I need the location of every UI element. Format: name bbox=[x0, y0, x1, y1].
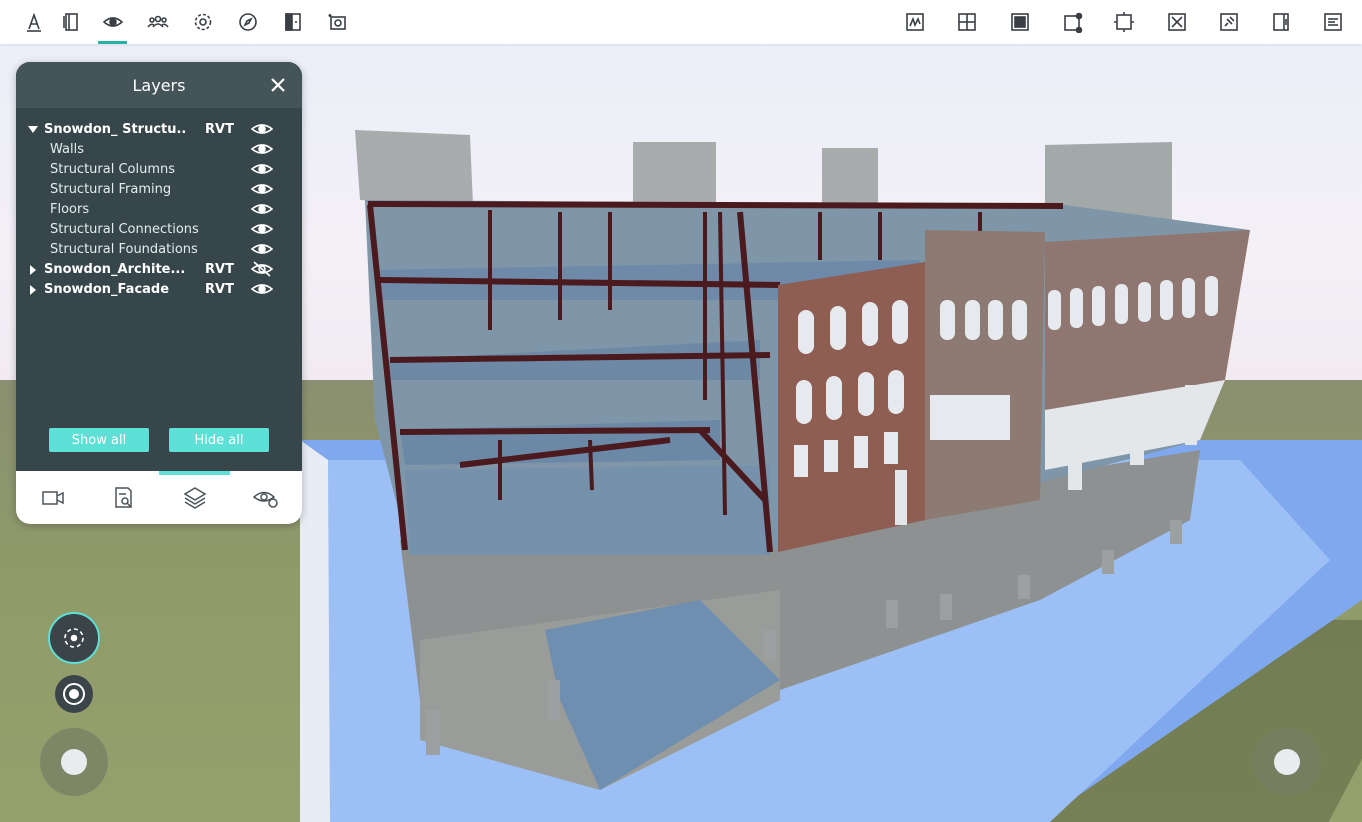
layer-name: Snowdon_Archite... bbox=[44, 262, 186, 277]
layer-name: Walls bbox=[50, 142, 84, 157]
look-joystick[interactable] bbox=[1253, 728, 1321, 796]
joystick-knob[interactable] bbox=[1274, 749, 1300, 775]
orbit-icon bbox=[64, 628, 84, 648]
door-icon[interactable] bbox=[277, 6, 309, 38]
compass-icon[interactable] bbox=[232, 6, 264, 38]
orbit-mode-button[interactable] bbox=[48, 612, 100, 664]
hide-all-button[interactable]: Hide all bbox=[169, 428, 269, 452]
fit-view-icon[interactable] bbox=[1108, 6, 1140, 38]
layers-icon[interactable] bbox=[180, 483, 210, 513]
layer-row-walls[interactable]: Walls bbox=[16, 140, 302, 160]
layer-row-structural-connections[interactable]: Structural Connections bbox=[16, 220, 302, 240]
section-box-icon[interactable] bbox=[55, 6, 87, 38]
layer-type-tag: RVT bbox=[205, 282, 234, 297]
focus-target-button[interactable] bbox=[55, 675, 93, 713]
layer-name: Structural Columns bbox=[50, 162, 176, 177]
visibility-settings-icon[interactable] bbox=[251, 483, 281, 513]
show-all-button[interactable]: Show all bbox=[49, 428, 149, 452]
eye-icon[interactable] bbox=[250, 141, 274, 157]
layer-list: Snowdon_ Structu.. RVT Walls Structural … bbox=[16, 120, 302, 300]
settings-icon[interactable] bbox=[187, 6, 219, 38]
search-document-icon[interactable] bbox=[109, 483, 139, 513]
eye-icon[interactable] bbox=[250, 121, 274, 137]
layer-row-structural-foundations[interactable]: Structural Foundations bbox=[16, 240, 302, 260]
eye-icon[interactable] bbox=[250, 181, 274, 197]
eye-icon[interactable] bbox=[250, 221, 274, 237]
target-icon bbox=[63, 683, 85, 705]
top-toolbar bbox=[0, 0, 1362, 44]
panel-header: Layers bbox=[16, 62, 302, 108]
layer-name: Structural Connections bbox=[50, 222, 199, 237]
layer-type-tag: RVT bbox=[205, 262, 234, 277]
properties-icon[interactable] bbox=[1317, 6, 1349, 38]
active-tab-indicator bbox=[159, 471, 230, 475]
expand-icon[interactable] bbox=[30, 265, 36, 275]
joystick-knob[interactable] bbox=[61, 749, 87, 775]
layer-name: Structural Foundations bbox=[50, 242, 198, 257]
camera-icon[interactable] bbox=[322, 6, 354, 38]
measure-icon[interactable] bbox=[18, 6, 50, 38]
panel-title: Layers bbox=[132, 75, 186, 95]
layers-panel: Layers Snowdon_ Structu.. RVT Walls Stru… bbox=[16, 62, 302, 524]
expand-icon[interactable] bbox=[30, 285, 36, 295]
view-icon[interactable] bbox=[97, 6, 129, 38]
layer-row-facade[interactable]: Snowdon_Facade RVT bbox=[16, 280, 302, 300]
eye-icon[interactable] bbox=[250, 201, 274, 217]
layer-row-floors[interactable]: Floors bbox=[16, 200, 302, 220]
grid-view-icon[interactable] bbox=[951, 6, 983, 38]
layer-row-structural-framing[interactable]: Structural Framing bbox=[16, 180, 302, 200]
eye-icon[interactable] bbox=[250, 281, 274, 297]
pin-icon[interactable] bbox=[1213, 6, 1245, 38]
layer-name: Snowdon_Facade bbox=[44, 282, 170, 297]
active-tool-indicator bbox=[98, 41, 127, 44]
panel-tab-bar bbox=[16, 471, 302, 524]
eye-icon[interactable] bbox=[250, 161, 274, 177]
layer-type-tag: RVT bbox=[205, 122, 234, 137]
people-icon[interactable] bbox=[142, 6, 174, 38]
layer-row-structure[interactable]: Snowdon_ Structu.. RVT bbox=[16, 120, 302, 140]
split-view-icon[interactable] bbox=[1265, 6, 1297, 38]
markup-icon[interactable] bbox=[899, 6, 931, 38]
node-select-icon[interactable] bbox=[1057, 6, 1089, 38]
close-icon[interactable] bbox=[268, 75, 288, 95]
layer-row-architecture[interactable]: Snowdon_Archite... RVT bbox=[16, 260, 302, 280]
move-joystick[interactable] bbox=[40, 728, 108, 796]
layer-row-structural-columns[interactable]: Structural Columns bbox=[16, 160, 302, 180]
fill-view-icon[interactable] bbox=[1004, 6, 1036, 38]
eye-icon[interactable] bbox=[250, 241, 274, 257]
collapse-icon[interactable] bbox=[28, 126, 38, 133]
clear-view-icon[interactable] bbox=[1161, 6, 1193, 38]
layer-name: Structural Framing bbox=[50, 182, 172, 197]
layer-name: Floors bbox=[50, 202, 90, 217]
layer-name: Snowdon_ Structu.. bbox=[44, 122, 187, 137]
camera-icon[interactable] bbox=[38, 483, 68, 513]
eye-off-icon[interactable] bbox=[250, 261, 274, 277]
